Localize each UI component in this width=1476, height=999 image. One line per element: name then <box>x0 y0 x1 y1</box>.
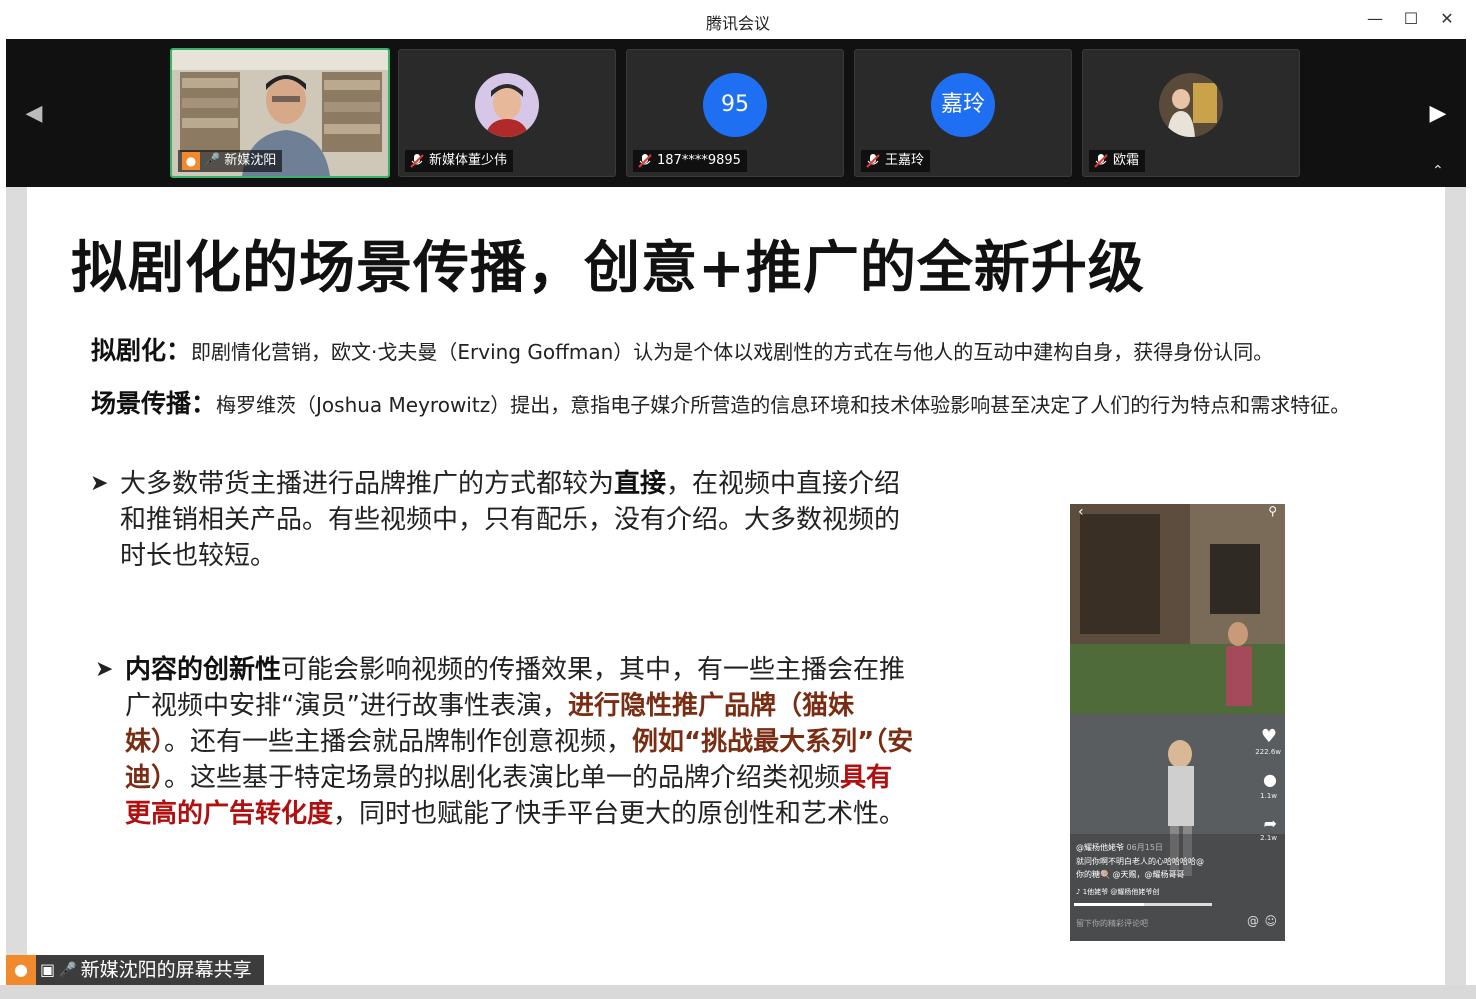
user-icon: ● <box>6 955 36 985</box>
meeting-window: 腾讯会议 — ☐ ✕ ◀ ● 🎤 新媒沈阳 新媒体董少伟 95 187****9… <box>0 0 1476 999</box>
avatar <box>1159 73 1223 137</box>
back-icon[interactable]: ‹ <box>1078 504 1084 520</box>
arrow-bullet-icon: ➤ <box>95 657 114 682</box>
video-date: 06月15日 <box>1126 843 1163 852</box>
maximize-icon[interactable]: ☐ <box>1400 8 1422 30</box>
slide-title: 拟剧化的场景传播，创意+推广的全新升级 <box>71 236 1145 301</box>
mention-icon[interactable]: @ <box>1247 914 1259 928</box>
bullet-text: 。还有一些主播会就品牌制作创意视频， <box>164 727 633 757</box>
slide-margin <box>1445 187 1466 985</box>
definition-dramaturgy: 拟剧化：即剧情化营销，欧文·戈夫曼（Erving Goffman）认为是个体以戏… <box>91 331 1273 367</box>
comment-icon[interactable]: ● <box>1263 770 1277 789</box>
participant-name-tag: 新媒体董少伟 <box>405 150 514 172</box>
video-author: @耀杨他姥爷 <box>1076 843 1124 852</box>
avatar: 95 <box>703 73 767 137</box>
participant-tile-photo[interactable]: 新媒体董少伟 <box>398 49 616 177</box>
definition-term: 拟剧化： <box>91 336 192 365</box>
bullet-text: 。这些基于特定场景的拟剧化表演比单一的品牌介绍类视频 <box>164 763 841 793</box>
participant-name: 新媒体董少伟 <box>429 153 508 168</box>
bullet-emphasis: 直接 <box>614 469 667 499</box>
avatar: 嘉玲 <box>931 73 995 137</box>
participant-name: 187****9895 <box>657 153 741 168</box>
video-music: ♪ 1他姥爷 @耀杨他姥爷创 <box>1076 888 1160 896</box>
phone-screenshot: ‹ ⚲ ♥ 222.6w ● 1.1w ➦ 2.1w @耀杨他姥爷 06月15日… <box>1070 504 1285 941</box>
participant-tile-initials[interactable]: 嘉玲 王嘉玲 <box>854 49 1072 177</box>
mic-on-icon: 🎤 <box>59 962 77 978</box>
mic-muted-icon <box>865 153 881 169</box>
video-author-line: @耀杨他姥爷 06月15日 <box>1076 842 1163 853</box>
collapse-strip-icon[interactable]: ⌃ <box>1432 163 1444 179</box>
participant-tile-photo[interactable]: 欧霜 <box>1082 49 1300 177</box>
participant-video-strip: ◀ ● 🎤 新媒沈阳 新媒体董少伟 95 187****9895 嘉玲 王嘉玲 … <box>6 39 1466 187</box>
participant-name: 欧霜 <box>1113 153 1140 168</box>
slide-margin <box>6 187 27 985</box>
participant-tile-initials[interactable]: 95 187****9895 <box>626 49 844 177</box>
comment-count: 1.1w <box>1260 792 1277 800</box>
video-caption-mentions: 你的糖🍭 @天赐，@耀杨哥哥 <box>1076 870 1185 879</box>
participant-name: 王嘉玲 <box>885 153 925 168</box>
share-count: 2.1w <box>1260 834 1277 842</box>
mic-muted-icon <box>409 153 425 169</box>
shared-slide: 拟剧化的场景传播，创意+推广的全新升级 拟剧化：即剧情化营销，欧文·戈夫曼（Er… <box>27 187 1445 985</box>
mic-muted-icon <box>637 153 653 169</box>
emoji-icon[interactable]: ☺ <box>1264 914 1277 928</box>
like-icon[interactable]: ♥ <box>1261 726 1277 747</box>
definition-text: 即剧情化营销，欧文·戈夫曼（Erving Goffman）认为是个体以戏剧性的方… <box>191 340 1274 364</box>
participant-name-tag: ● 🎤 新媒沈阳 <box>178 150 283 172</box>
bullet-point-2: ➤ 内容的创新性可能会影响视频的传播效果，其中，有一些主播会在推广视频中安排“演… <box>95 652 915 832</box>
mic-muted-icon <box>1093 153 1109 169</box>
window-bottom-border <box>0 985 1476 999</box>
share-icon[interactable]: ➦ <box>1264 814 1277 833</box>
user-icon: ● <box>182 152 200 170</box>
comment-input[interactable]: 留下你的精彩评论吧 <box>1076 918 1148 929</box>
participant-name-tag: 187****9895 <box>633 150 747 172</box>
screen-share-icon: ▣ <box>40 960 56 979</box>
screen-share-indicator[interactable]: ● ▣ 🎤 新媒沈阳的屏幕共享 <box>6 955 264 985</box>
bullet-emphasis: 内容的创新性 <box>125 655 282 685</box>
next-page-icon[interactable]: ▶ <box>1428 101 1448 127</box>
arrow-bullet-icon: ➤ <box>90 471 109 496</box>
definition-text: 梅罗维茨（Joshua Meyrowitz）提出，意指电子媒介所营造的信息环境和… <box>216 393 1351 417</box>
avatar <box>475 73 539 137</box>
participant-name-tag: 王嘉玲 <box>861 150 931 172</box>
minimize-icon[interactable]: — <box>1364 8 1386 30</box>
title-bar: 腾讯会议 — ☐ ✕ <box>0 0 1476 39</box>
search-icon[interactable]: ⚲ <box>1268 504 1277 518</box>
video-caption: 就问你啊不明白老人的心哈哈哈哈@ <box>1076 857 1204 866</box>
definition-term: 场景传播： <box>91 389 217 418</box>
bullet-text: 大多数带货主播进行品牌推广的方式都较为 <box>120 469 615 499</box>
participant-name-tag: 欧霜 <box>1089 150 1146 172</box>
definition-scene-communication: 场景传播：梅罗维茨（Joshua Meyrowitz）提出，意指电子媒介所营造的… <box>91 384 1350 420</box>
prev-page-icon[interactable]: ◀ <box>24 101 44 127</box>
close-icon[interactable]: ✕ <box>1436 8 1458 30</box>
bullet-text: ，同时也赋能了快手平台更大的原创性和艺术性。 <box>333 799 906 829</box>
participant-tile-video[interactable]: ● 🎤 新媒沈阳 <box>170 48 390 178</box>
window-title: 腾讯会议 <box>705 14 770 33</box>
participant-name: 新媒沈阳 <box>224 153 277 168</box>
screen-share-label: 新媒沈阳的屏幕共享 <box>80 959 252 981</box>
mic-on-icon: 🎤 <box>204 153 221 168</box>
bullet-point-1: ➤ 大多数带货主播进行品牌推广的方式都较为直接，在视频中直接介绍和推销相关产品。… <box>90 466 920 574</box>
like-count: 222.6w <box>1255 748 1281 756</box>
